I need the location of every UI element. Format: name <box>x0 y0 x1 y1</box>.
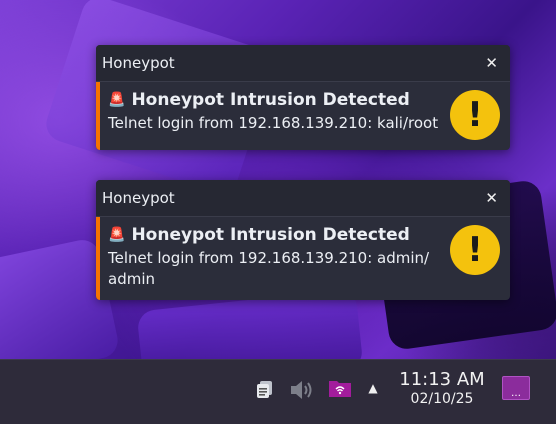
notification-app-name: Honeypot <box>102 189 175 207</box>
expand-tray-icon[interactable]: ▲ <box>364 380 382 396</box>
close-button[interactable]: ✕ <box>483 54 500 72</box>
clock[interactable]: 11:13 AM 02/10/25 <box>396 370 488 408</box>
warning-icon: ! <box>450 225 500 275</box>
notification-header: Honeypot ✕ <box>96 45 510 82</box>
notification-popup[interactable]: Honeypot ✕ 🚨 Honeypot Intrusion Detected… <box>96 180 510 300</box>
siren-icon: 🚨 <box>108 227 126 243</box>
notification-message: Telnet login from 192.168.139.210: kali/… <box>108 114 439 132</box>
notification-message: Telnet login from 192.168.139.210: admin… <box>108 249 430 288</box>
clock-time: 11:13 AM <box>399 369 485 390</box>
notification-body[interactable]: 🚨 Honeypot Intrusion Detected Telnet log… <box>96 217 510 300</box>
show-desktop-icon[interactable]: … <box>502 376 530 400</box>
notification-header: Honeypot ✕ <box>96 180 510 217</box>
clock-date: 02/10/25 <box>410 391 474 407</box>
siren-icon: 🚨 <box>108 92 126 108</box>
notification-title-row: 🚨 Honeypot Intrusion Detected <box>108 90 440 110</box>
taskbar: ▲ 11:13 AM 02/10/25 … <box>0 359 556 424</box>
notification-title: Honeypot Intrusion Detected <box>131 225 410 245</box>
close-button[interactable]: ✕ <box>483 189 500 207</box>
notification-body[interactable]: 🚨 Honeypot Intrusion Detected Telnet log… <box>96 82 510 150</box>
volume-icon[interactable] <box>288 376 316 404</box>
notification-title-row: 🚨 Honeypot Intrusion Detected <box>108 225 440 245</box>
notification-app-name: Honeypot <box>102 54 175 72</box>
clipboard-icon[interactable] <box>254 378 276 400</box>
notification-popup[interactable]: Honeypot ✕ 🚨 Honeypot Intrusion Detected… <box>96 45 510 150</box>
notification-title: Honeypot Intrusion Detected <box>131 90 410 110</box>
network-icon[interactable] <box>328 378 352 398</box>
warning-icon: ! <box>450 90 500 140</box>
